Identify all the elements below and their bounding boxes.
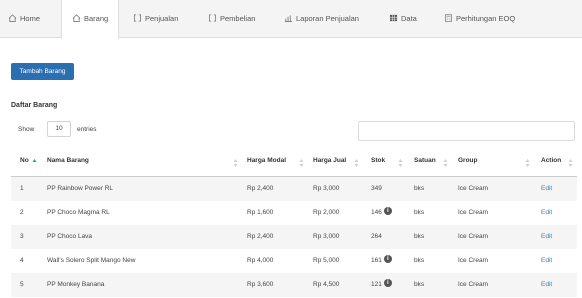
info-icon[interactable]: i [383,207,392,216]
cell-price: Rp 2,000 [313,209,340,216]
cell-stock: 264 [371,233,382,240]
cell-group: Ice Cream [458,257,488,264]
cell-price: Rp 4,500 [313,281,340,288]
show-label: Show [18,126,35,133]
cell-stock: 349 [371,185,382,192]
sort-icon [354,159,359,167]
cell-name: PP Monkey Banana [47,281,105,288]
table-icon [389,14,398,22]
cell-unit: bks [414,281,425,288]
sort-icon [299,159,304,167]
tab-label: Pembelian [220,14,256,23]
home-icon [72,14,81,22]
tab-label: Laporan Penjualan [296,14,359,23]
cell-stock: 146 i [371,201,392,225]
tab-penjualan[interactable]: Penjualan [133,0,178,38]
tab-label: Home [20,14,41,23]
cell-no: 5 [20,281,24,288]
header-cost[interactable]: Harga Modal [247,157,286,171]
table-row: 4 Wall's Solero Split Mango New Rp 4,000… [11,249,577,273]
header-no[interactable]: No [20,157,29,171]
tab-perhitungan-eoq[interactable]: Perhitungan EOQ [444,0,515,38]
tab-pembelian[interactable]: Pembelian [208,0,255,38]
edit-link[interactable]: Edit [541,177,552,201]
cell-name: Wall's Solero Split Mango New [47,257,136,264]
tab-label: Barang [84,14,109,23]
tab-label: Data [401,14,417,23]
cell-price: Rp 3,000 [313,185,340,192]
cell-cost: Rp 3,600 [247,281,274,288]
header-group[interactable]: Group [458,157,478,171]
cell-price: Rp 5,000 [313,257,340,264]
cell-cost: Rp 2,400 [247,233,274,240]
tab-label: Penjualan [145,14,179,23]
cell-stock: 121 i [371,273,392,297]
table-row: 1 PP Rainbow Power RL Rp 2,400 Rp 3,000 … [11,177,577,201]
tab-laporan-penjualan[interactable]: Laporan Penjualan [284,0,359,38]
sort-icon [443,159,448,167]
edit-link[interactable]: Edit [541,273,552,297]
header-name[interactable]: Nama Barang [47,157,89,171]
table-row: 5 PP Monkey Banana Rp 3,600 Rp 4,500 121… [11,273,577,297]
search-input[interactable] [358,121,575,141]
cell-group: Ice Cream [458,233,488,240]
header-unit[interactable]: Satuan [414,157,436,171]
top-tab-bar: Home Barang Penjualan Pembelian Laporan … [0,0,582,39]
cell-unit: bks [414,209,425,216]
sort-asc-icon [32,159,37,162]
header-stock[interactable]: Stok [371,157,385,171]
cell-cost: Rp 2,400 [247,185,274,192]
tab-label: Perhitungan EOQ [456,14,516,23]
cell-price: Rp 3,000 [313,233,340,240]
info-icon[interactable]: i [383,255,392,264]
tab-home[interactable]: Home [8,0,40,38]
cell-unit: bks [414,257,425,264]
list-title: Daftar Barang [11,102,58,109]
cell-no: 4 [20,257,24,264]
add-item-button[interactable]: Tambah Barang [11,63,74,80]
cell-unit: bks [414,233,425,240]
table-row: 3 PP Choco Lava Rp 2,400 Rp 3,000 264 bk… [11,225,577,249]
cell-no: 1 [20,185,24,192]
cell-stock: 161 i [371,249,392,273]
entries-select[interactable]: 10 [47,121,71,137]
cell-name: PP Choco Lava [47,233,93,240]
cell-no: 3 [20,233,24,240]
table-row: 2 PP Choco Magma RL Rp 1,600 Rp 2,000 14… [11,201,577,225]
sort-icon [233,159,238,167]
cell-group: Ice Cream [458,185,488,192]
tab-data[interactable]: Data [389,0,417,38]
cell-cost: Rp 1,600 [247,209,274,216]
calculator-icon [445,14,452,22]
sort-icon [398,159,403,167]
home-icon [8,14,17,22]
edit-link[interactable]: Edit [541,249,552,273]
cell-name: PP Rainbow Power RL [47,185,113,192]
sort-icon [568,159,573,167]
cell-group: Ice Cream [458,281,488,288]
cell-cost: Rp 4,000 [247,257,274,264]
tab-barang[interactable]: Barang [61,0,120,39]
cell-group: Ice Cream [458,209,488,216]
bracket-icon [208,14,217,22]
edit-link[interactable]: Edit [541,201,552,225]
report-icon [284,15,293,22]
cell-no: 2 [20,209,24,216]
header-action[interactable]: Action [541,157,561,171]
cell-name: PP Choco Magma RL [47,209,110,216]
cell-unit: bks [414,185,425,192]
info-icon[interactable]: i [383,279,392,288]
bracket-icon [133,14,142,22]
entries-label: entries [77,126,97,133]
edit-link[interactable]: Edit [541,225,552,249]
header-price[interactable]: Harga Jual [313,157,346,171]
sort-icon [525,159,530,167]
